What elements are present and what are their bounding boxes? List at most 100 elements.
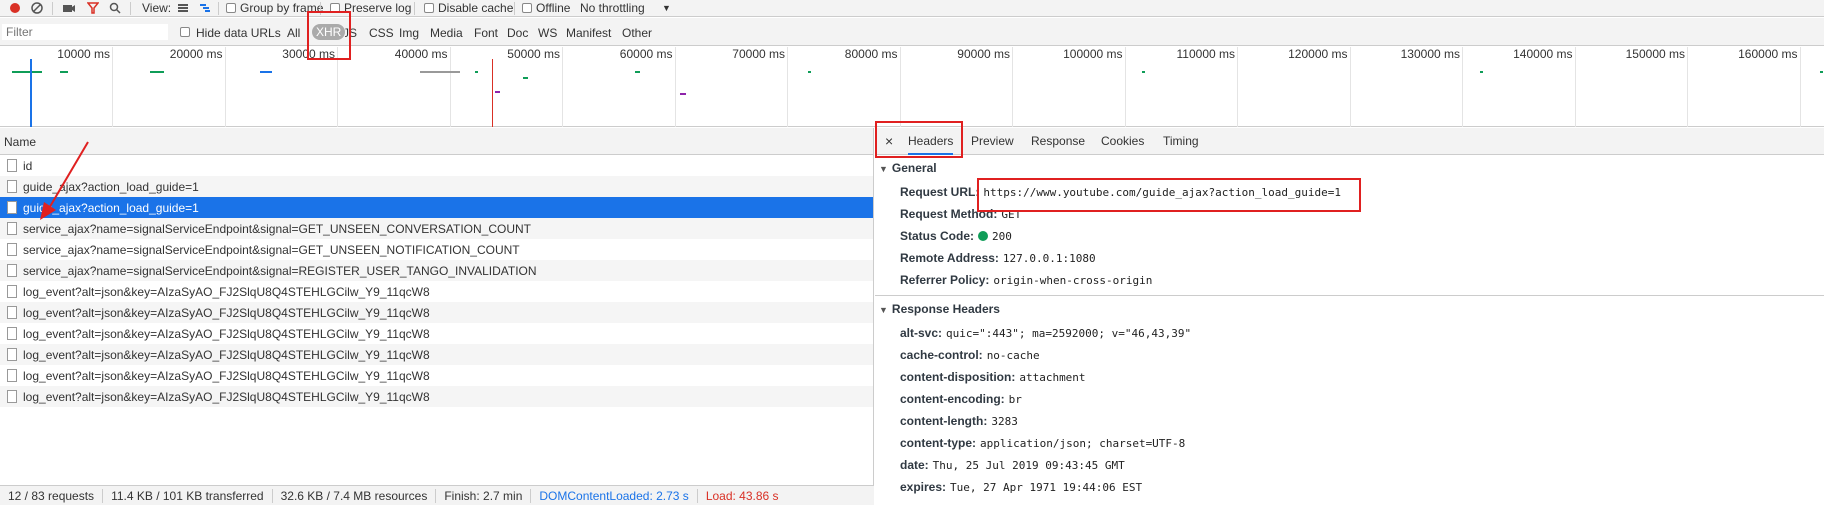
timeline-request-bar xyxy=(680,93,686,95)
timeline-tick-label: 40000 ms xyxy=(394,47,448,61)
remote-address-value: 127.0.0.1:1080 xyxy=(1002,251,1096,265)
filter-type-all[interactable]: All xyxy=(287,26,300,40)
filter-type-css[interactable]: CSS xyxy=(369,26,394,40)
request-count: 12 / 83 requests xyxy=(0,488,104,503)
status-code-value: 200 xyxy=(992,229,1012,243)
general-section-title: General xyxy=(891,161,937,175)
timeline-gridline xyxy=(224,47,226,127)
document-icon xyxy=(7,306,17,319)
filter-type-doc[interactable]: Doc xyxy=(507,26,528,40)
tab-headers[interactable]: Headers xyxy=(908,134,954,155)
offline-checkbox[interactable] xyxy=(522,3,532,13)
timeline-gridline xyxy=(1012,47,1013,127)
view-label: View: xyxy=(142,1,172,15)
network-overview-timeline[interactable]: 10000 ms 20000 ms 30000 ms 40000 ms 50000 ms… xyxy=(0,47,1824,127)
filter-icon[interactable] xyxy=(86,1,100,15)
timeline-tick-label: 150000 ms xyxy=(1625,47,1685,61)
filter-type-js[interactable]: JS xyxy=(345,26,357,40)
response-header-value: no-cache xyxy=(986,348,1040,362)
timeline-tick-label: 10000 ms xyxy=(57,47,110,61)
timeline-tick-label: 30000 ms xyxy=(282,47,335,61)
document-icon xyxy=(7,327,17,340)
throttling-select[interactable]: No throttling xyxy=(580,1,645,15)
status-ok-icon xyxy=(978,231,989,241)
referrer-policy-row: Referrer Policy: origin-when-cross-origin xyxy=(875,269,1824,291)
document-icon xyxy=(7,369,17,382)
filter-bar: Hide data URLs All XHR JS CSS Img Media … xyxy=(0,18,1824,46)
preserve-log-label: Preserve log xyxy=(344,1,412,15)
request-row[interactable]: log_event?alt=json&key=AIzaSyAO_FJ2SlqU8… xyxy=(0,344,873,365)
request-name: log_event?alt=json&key=AIzaSyAO_FJ2SlqU8… xyxy=(23,305,430,320)
request-name: service_ajax?name=signalServiceEndpoint&… xyxy=(23,221,531,236)
response-headers-section-toggle[interactable]: ▼ Response Headers xyxy=(875,296,1824,322)
request-name: log_event?alt=json&key=AIzaSyAO_FJ2SlqU8… xyxy=(23,368,430,383)
screenshot-camera-icon[interactable] xyxy=(62,1,76,15)
preserve-log-checkbox[interactable] xyxy=(330,3,340,13)
large-rows-icon[interactable] xyxy=(176,1,190,15)
response-headers-title: Response Headers xyxy=(891,302,1000,316)
timeline-request-bar xyxy=(1820,71,1823,73)
search-icon[interactable] xyxy=(108,1,122,15)
request-method-key: Request Method: xyxy=(900,207,998,221)
request-row[interactable]: id xyxy=(0,155,873,176)
close-icon[interactable]: × xyxy=(885,133,893,149)
group-by-frame-checkbox[interactable] xyxy=(226,3,236,13)
filter-type-manifest[interactable]: Manifest xyxy=(566,26,611,40)
request-row[interactable]: service_ajax?name=signalServiceEndpoint&… xyxy=(0,218,873,239)
disable-cache-label: Disable cache xyxy=(438,1,514,15)
request-row[interactable]: service_ajax?name=signalServiceEndpoint&… xyxy=(0,239,873,260)
timeline-gridline xyxy=(1124,47,1126,127)
request-row[interactable]: service_ajax?name=signalServiceEndpoint&… xyxy=(0,260,873,281)
timeline-request-bar xyxy=(1142,71,1145,73)
response-header-row: date: Thu, 25 Jul 2019 09:43:45 GMT xyxy=(875,454,1824,476)
chevron-down-icon[interactable]: ▼ xyxy=(662,3,671,13)
request-row[interactable]: log_event?alt=json&key=AIzaSyAO_FJ2SlqU8… xyxy=(0,386,873,407)
general-section: Request URL: https://www.youtube.com/guid… xyxy=(875,181,1824,291)
timeline-tick-label: 90000 ms xyxy=(957,47,1010,61)
request-name: service_ajax?name=signalServiceEndpoint&… xyxy=(23,242,520,257)
timeline-tick-label: 80000 ms xyxy=(844,47,898,61)
response-header-value: attachment xyxy=(1019,370,1086,384)
document-icon xyxy=(7,264,17,277)
request-row[interactable]: guide_ajax?action_load_guide=1 xyxy=(0,176,873,197)
filter-type-other[interactable]: Other xyxy=(622,26,652,40)
request-row[interactable]: guide_ajax?action_load_guide=1 xyxy=(0,197,873,218)
hide-data-urls-checkbox[interactable] xyxy=(180,27,190,37)
filter-type-xhr[interactable]: XHR xyxy=(312,24,346,40)
tab-response[interactable]: Response xyxy=(1031,134,1085,148)
response-header-row: alt-svc: quic=":443"; ma=2592000; v="46,4… xyxy=(875,322,1824,344)
response-header-key: date: xyxy=(900,458,929,472)
request-row[interactable]: log_event?alt=json&key=AIzaSyAO_FJ2SlqU8… xyxy=(0,365,873,386)
timeline-request-bar xyxy=(420,71,460,73)
request-name: log_event?alt=json&key=AIzaSyAO_FJ2SlqU8… xyxy=(23,347,430,362)
document-icon xyxy=(7,180,17,193)
filter-type-img[interactable]: Img xyxy=(399,26,419,40)
record-icon[interactable] xyxy=(8,1,22,15)
request-row[interactable]: log_event?alt=json&key=AIzaSyAO_FJ2SlqU8… xyxy=(0,323,873,344)
hide-data-urls-label: Hide data URLs xyxy=(196,26,281,40)
tab-preview[interactable]: Preview xyxy=(971,134,1014,148)
request-row[interactable]: log_event?alt=json&key=AIzaSyAO_FJ2SlqU8… xyxy=(0,281,873,302)
response-header-row: content-encoding: br xyxy=(875,388,1824,410)
tab-timing[interactable]: Timing xyxy=(1163,134,1199,148)
tab-cookies[interactable]: Cookies xyxy=(1101,134,1144,148)
filter-type-media[interactable]: Media xyxy=(430,26,463,40)
response-header-value: br xyxy=(1008,392,1022,406)
general-section-toggle[interactable]: ▼ General xyxy=(875,155,1824,181)
disable-cache-checkbox[interactable] xyxy=(424,3,434,13)
request-row[interactable]: log_event?alt=json&key=AIzaSyAO_FJ2SlqU8… xyxy=(0,302,873,323)
filter-input[interactable] xyxy=(2,24,168,40)
timeline-gridline xyxy=(1799,47,1801,127)
waterfall-overview-icon[interactable] xyxy=(198,1,212,15)
clear-icon[interactable] xyxy=(30,1,44,15)
request-method-row: Request Method: GET xyxy=(875,203,1824,225)
referrer-policy-key: Referrer Policy: xyxy=(900,273,990,287)
document-icon xyxy=(7,285,17,298)
timeline-gridline xyxy=(337,47,338,127)
timeline-tick-label: 60000 ms xyxy=(619,47,673,61)
filter-type-ws[interactable]: WS xyxy=(538,26,557,40)
detail-tabs: × Headers Preview Response Cookies Timin… xyxy=(875,128,1824,155)
network-status-bar: 12 / 83 requests 11.4 KB / 101 KB transf… xyxy=(0,485,874,505)
name-column-header[interactable]: Name xyxy=(0,128,873,155)
filter-type-font[interactable]: Font xyxy=(474,26,498,40)
